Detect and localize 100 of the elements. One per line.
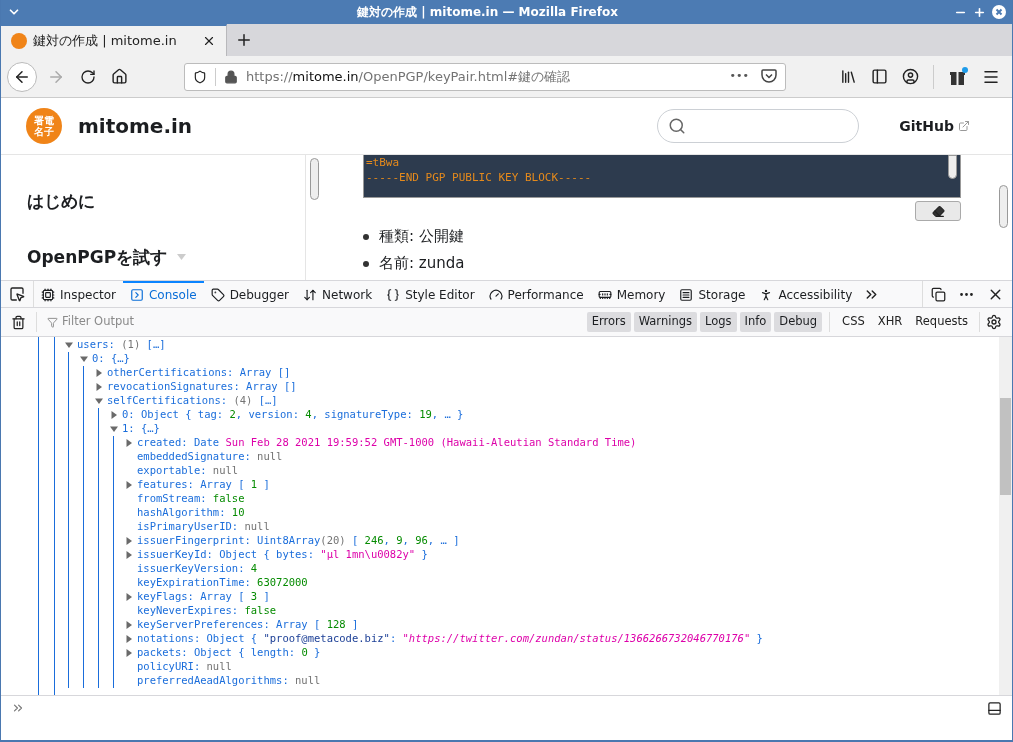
collapsed-triangle-icon[interactable]: [95, 369, 103, 377]
log-level-toggle[interactable]: Errors: [586, 312, 631, 332]
collapsed-triangle-icon[interactable]: [125, 649, 133, 657]
log-level-toggle[interactable]: Logs: [699, 312, 737, 332]
address-field[interactable]: https://mitome.in/OpenPGP/keyPair.html#鍵の確認 •••: [184, 62, 786, 91]
scrollbar-thumb[interactable]: [1000, 398, 1011, 495]
editor-mode-icon[interactable]: [987, 701, 1002, 716]
console-property: features: Array [ 1 ]: [137, 477, 270, 493]
eraser-icon: [931, 204, 945, 218]
devtools-tab[interactable]: Style Editor: [379, 281, 482, 307]
library-icon[interactable]: [840, 68, 857, 85]
collapsed-triangle-icon[interactable]: [110, 411, 118, 419]
settings-icon[interactable]: [986, 314, 1002, 330]
console-property: revocationSignatures: Array []: [107, 379, 297, 395]
list-icon: [679, 288, 694, 302]
gift-icon[interactable]: [948, 66, 968, 87]
responsive-mode-icon[interactable]: [931, 286, 946, 302]
sidebar-icon[interactable]: [871, 68, 888, 85]
console-property: selfCertifications: (4) […]: [107, 393, 278, 409]
home-icon[interactable]: [111, 68, 128, 85]
chip-icon: [41, 288, 55, 302]
shield-icon[interactable]: [193, 69, 207, 84]
site-name[interactable]: mitome.in: [78, 111, 193, 141]
collapsed-triangle-icon[interactable]: [125, 593, 133, 601]
devtools-tab[interactable]: Memory: [590, 281, 673, 307]
clear-button[interactable]: [915, 201, 961, 221]
devtools-tab[interactable]: Inspector: [34, 281, 123, 307]
devtools-tab[interactable]: Storage: [672, 281, 753, 307]
key-property: 種類: 公開鍵: [379, 226, 464, 248]
key-property: 名前: zunda: [379, 253, 465, 275]
request-filter-toggle[interactable]: XHR: [872, 312, 908, 332]
prompt-icon: [11, 701, 25, 715]
console-property: issuerKeyVersion: 4: [137, 561, 258, 577]
gauge-icon: [488, 288, 503, 302]
console-property: keyNeverExpires: false: [137, 603, 277, 619]
tag-icon: [210, 288, 225, 302]
collapsed-triangle-icon[interactable]: [125, 621, 133, 629]
request-filter-toggle[interactable]: CSS: [837, 312, 870, 332]
expanded-triangle-icon[interactable]: [110, 425, 118, 433]
console-property: packets: Object { length: 0 }: [137, 645, 321, 661]
browser-tab[interactable]: 鍵対の作成 | mitome.in: [1, 24, 227, 56]
devtools-tab[interactable]: Network: [296, 281, 380, 307]
reload-icon[interactable]: [80, 68, 96, 85]
search-icon: [668, 117, 687, 135]
console-property: users: (1) […]: [77, 337, 166, 353]
collapsed-triangle-icon[interactable]: [125, 481, 133, 489]
close-icon[interactable]: [202, 34, 216, 48]
new-tab-icon[interactable]: [235, 31, 253, 49]
console-property: embeddedSignature: null: [137, 449, 283, 465]
console-property: isPrimaryUserID: null: [137, 519, 270, 535]
github-link[interactable]: GitHub: [899, 115, 970, 137]
console-property: preferredAeadAlgorithms: null: [137, 673, 321, 689]
console-property: issuerKeyId: Object { bytes: "µl 1mn\u0082y" }: [137, 547, 428, 563]
scrollbar-thumb[interactable]: [948, 155, 957, 179]
page-actions-button[interactable]: •••: [729, 68, 749, 85]
collapsed-triangle-icon[interactable]: [125, 635, 133, 643]
trash-icon[interactable]: [11, 314, 26, 330]
devtools-tab[interactable]: Debugger: [203, 281, 297, 307]
scrollbar-thumb[interactable]: [999, 185, 1008, 228]
console-property: fromStream: false: [137, 491, 245, 507]
filter-icon: [47, 316, 58, 328]
lock-icon[interactable]: [224, 69, 238, 84]
url-text: https://mitome.in/OpenPGP/keyPair.html#鍵の確認: [246, 67, 572, 86]
console-property: keyExpirationTime: 63072000: [137, 575, 308, 591]
maximize-icon[interactable]: [973, 5, 986, 19]
log-level-toggle[interactable]: Debug: [774, 312, 823, 332]
expanded-triangle-icon[interactable]: [80, 355, 88, 363]
account-icon[interactable]: [902, 68, 919, 85]
memory-icon: [597, 288, 612, 302]
log-level-toggle[interactable]: Info: [739, 312, 772, 332]
collapsed-triangle-icon[interactable]: [125, 551, 133, 559]
expanded-triangle-icon[interactable]: [65, 341, 73, 349]
console-property: keyServerPreferences: Array [ 128 ]: [137, 617, 359, 633]
sidebar-item[interactable]: はじめに: [27, 189, 305, 215]
console-input[interactable]: [1, 695, 1012, 740]
pocket-icon[interactable]: [761, 69, 777, 84]
console-property: keyFlags: Array [ 3 ]: [137, 589, 270, 605]
sidebar-item[interactable]: OpenPGPを試す: [27, 244, 305, 270]
site-favicon: [11, 33, 27, 49]
braces-icon: [386, 288, 401, 302]
console-property: created: Date Sun Feb 28 2021 19:59:52 GMT-1000 (Hawaii-Aleutian Standard Time): [137, 435, 637, 451]
console-property: otherCertifications: Array []: [107, 365, 291, 381]
console-property: 0: Object { tag: 2, version: 4, signatureType: 19, … }: [122, 407, 464, 423]
back-button[interactable]: [7, 61, 37, 92]
window-title: 鍵対の作成 | mitome.in — Mozilla Firefox: [356, 4, 619, 21]
console-property: hashAlgorithm: 10: [137, 505, 245, 521]
log-level-toggle[interactable]: Warnings: [633, 312, 697, 332]
console-property: 1: {…}: [122, 421, 160, 437]
devtools-tab[interactable]: Performance: [481, 281, 591, 307]
console-property: exportable: null: [137, 463, 239, 479]
filter-input[interactable]: Filter Output: [62, 313, 587, 331]
console-property: notations: Object { "proof@metacode.biz": "https://twitter.com/zundan/status/1366266732046770176" }: [137, 631, 763, 647]
devtools-tab[interactable]: Accessibility: [752, 281, 860, 307]
scrollbar-thumb[interactable]: [309, 158, 319, 200]
collapsed-triangle-icon[interactable]: [95, 383, 103, 391]
request-filter-toggle[interactable]: Requests: [910, 312, 973, 332]
element-picker-icon[interactable]: [9, 286, 25, 302]
collapsed-triangle-icon[interactable]: [125, 537, 133, 545]
expanded-triangle-icon[interactable]: [95, 397, 103, 405]
collapsed-triangle-icon[interactable]: [125, 439, 133, 447]
